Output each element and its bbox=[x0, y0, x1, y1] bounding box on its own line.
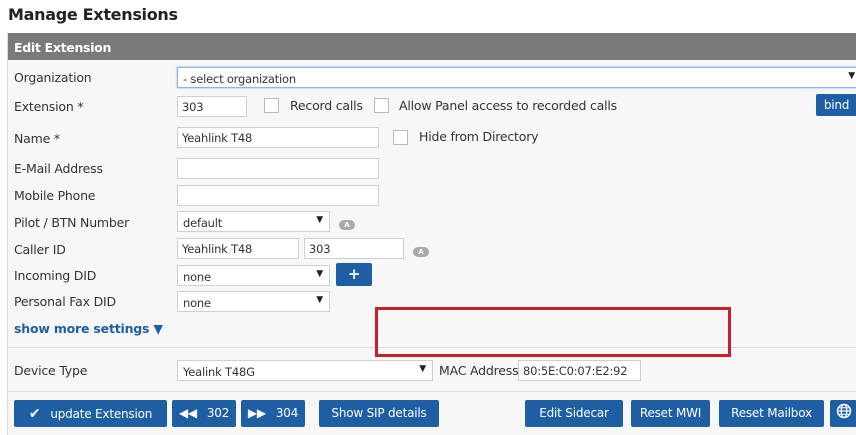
caller-id-label: Caller ID bbox=[14, 242, 66, 257]
mac-address-field[interactable]: 80:5E:C0:07:E2:92 bbox=[518, 360, 641, 381]
extension-field[interactable]: 303 bbox=[177, 96, 247, 117]
caret-down-icon: ▼ bbox=[316, 269, 323, 279]
caller-id-name-field[interactable]: Yeahlink T48 bbox=[177, 238, 299, 259]
show-sip-details-button[interactable]: Show SIP details bbox=[319, 400, 439, 427]
caret-down-icon: ▼ bbox=[419, 364, 426, 374]
caret-down-icon: ▼ bbox=[316, 215, 323, 225]
next-extension-button[interactable]: ▶▶ 304 bbox=[241, 400, 305, 427]
incoming-did-select[interactable]: none ▼ bbox=[177, 265, 330, 286]
prev-extension-button[interactable]: ◀◀ 302 bbox=[172, 400, 236, 427]
edit-sidecar-button[interactable]: Edit Sidecar bbox=[525, 400, 623, 427]
mobile-label: Mobile Phone bbox=[14, 188, 96, 203]
update-extension-button[interactable]: ✔ update Extension bbox=[14, 400, 167, 427]
reset-mailbox-button[interactable]: Reset Mailbox bbox=[719, 400, 824, 427]
bind-button[interactable]: bind bbox=[816, 94, 856, 116]
update-extension-label: update Extension bbox=[50, 407, 153, 421]
hide-directory-checkbox[interactable] bbox=[393, 130, 408, 145]
record-calls-label: Record calls bbox=[290, 98, 363, 113]
incoming-did-value: none bbox=[183, 270, 211, 284]
globe-icon bbox=[836, 403, 851, 419]
fax-did-select[interactable]: none ▼ bbox=[177, 291, 330, 312]
page-title: Manage Extensions bbox=[8, 5, 178, 24]
device-type-select[interactable]: Yealink T48G ▼ bbox=[177, 360, 433, 381]
panel-header: Edit Extension bbox=[8, 33, 856, 60]
email-label: E-Mail Address bbox=[14, 161, 103, 176]
panel-access-label: Allow Panel access to recorded calls bbox=[399, 98, 617, 113]
globe-button[interactable] bbox=[830, 400, 856, 427]
divider bbox=[8, 391, 856, 392]
extension-label: Extension * bbox=[14, 99, 84, 114]
pilot-label: Pilot / BTN Number bbox=[14, 215, 130, 230]
hide-directory-label: Hide from Directory bbox=[419, 129, 539, 144]
incoming-did-label: Incoming DID bbox=[14, 268, 97, 283]
fax-did-label: Personal Fax DID bbox=[14, 294, 116, 309]
email-field[interactable] bbox=[177, 158, 379, 179]
add-did-button[interactable]: + bbox=[336, 263, 372, 286]
device-type-label: Device Type bbox=[14, 363, 88, 378]
edit-extension-panel: Edit Extension Organization - select org… bbox=[7, 33, 856, 435]
device-type-value: Yealink T48G bbox=[183, 365, 255, 379]
record-calls-checkbox[interactable] bbox=[264, 98, 279, 113]
info-icon[interactable]: A bbox=[339, 220, 355, 230]
pilot-value: default bbox=[183, 216, 223, 230]
mac-address-label: MAC Address bbox=[439, 363, 519, 378]
caret-down-icon: ▼ bbox=[316, 295, 323, 305]
info-icon[interactable]: A bbox=[413, 247, 429, 257]
mobile-field[interactable] bbox=[177, 185, 379, 206]
name-field[interactable]: Yeahlink T48 bbox=[177, 127, 379, 148]
organization-value: - select organization bbox=[183, 72, 296, 86]
reset-mwi-button[interactable]: Reset MWI bbox=[631, 400, 710, 427]
caller-id-number-field[interactable]: 303 bbox=[304, 238, 404, 259]
caret-down-icon: ▼ bbox=[848, 71, 855, 81]
show-more-settings-link[interactable]: show more settings ▼ bbox=[14, 321, 163, 336]
check-icon: ✔ bbox=[28, 406, 41, 422]
organization-select[interactable]: - select organization ▼ bbox=[177, 67, 856, 88]
mac-highlight-box bbox=[375, 307, 731, 357]
prev-extension-label: 302 bbox=[206, 406, 230, 420]
fax-did-value: none bbox=[183, 296, 211, 310]
plus-icon: + bbox=[347, 265, 361, 283]
panel-access-checkbox[interactable] bbox=[374, 98, 389, 113]
pilot-select[interactable]: default ▼ bbox=[177, 211, 330, 232]
organization-label: Organization bbox=[14, 70, 92, 85]
name-label: Name * bbox=[14, 131, 60, 146]
next-icon: ▶▶ bbox=[247, 406, 266, 420]
prev-icon: ◀◀ bbox=[178, 406, 197, 420]
next-extension-label: 304 bbox=[275, 406, 299, 420]
